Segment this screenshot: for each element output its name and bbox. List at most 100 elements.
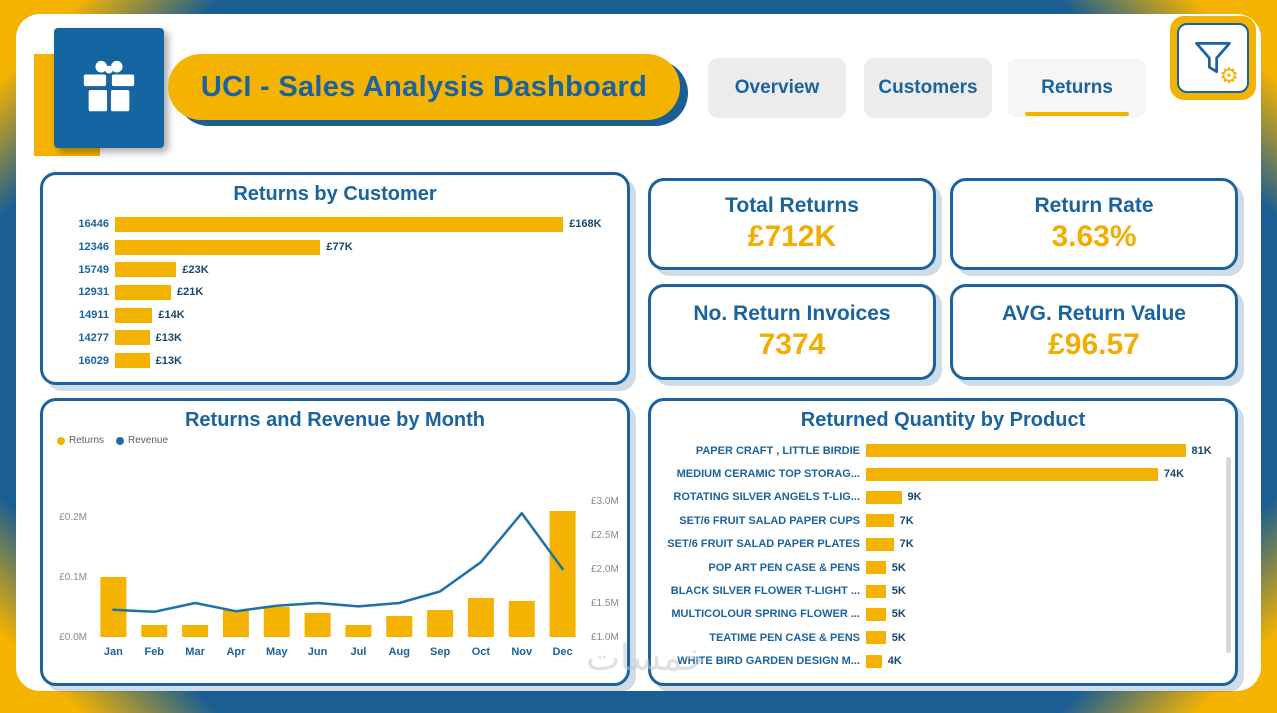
bar-value-label: £168K (569, 218, 602, 231)
bar-value-label: £13K (155, 331, 182, 344)
month-return-bar[interactable] (263, 607, 290, 637)
bar[interactable] (115, 307, 153, 323)
gear-icon: ⚙ (1219, 64, 1239, 89)
bar[interactable] (866, 490, 902, 504)
left-axis-tick: £0.0M (59, 632, 87, 643)
bar-row: MEDIUM CERAMIC TOP STORAG... 74K (665, 467, 1221, 481)
month-return-bar[interactable] (467, 598, 494, 637)
bar[interactable] (115, 284, 172, 300)
month-return-bar[interactable] (549, 511, 576, 637)
bar-category-label: ROTATING SILVER ANGELS T-LIG... (673, 491, 860, 504)
bar[interactable] (866, 607, 886, 621)
bar-value-label: £13K (155, 354, 182, 367)
kpi-title: No. Return Invoices (693, 302, 891, 325)
bar-category-label: 16029 (78, 354, 109, 367)
legend-item-revenue: Revenue (116, 435, 168, 446)
month-return-bar[interactable] (141, 625, 168, 637)
legend-dot (57, 436, 65, 445)
filter-button[interactable]: ⚙ (1170, 16, 1256, 100)
month-return-bar[interactable] (345, 625, 372, 637)
bar-category-label: BLACK SILVER FLOWER T-LIGHT ... (670, 585, 860, 598)
dashboard-frame: UCI - Sales Analysis Dashboard Overview … (0, 0, 1277, 713)
bar[interactable] (866, 537, 894, 551)
month-label: Apr (226, 646, 246, 658)
combo-chart-svg: £0.2M£0.1M£0.0M£3.0M£2.5M£2.0M£1.5M£1.0M… (59, 496, 619, 658)
bar[interactable] (866, 561, 886, 575)
product-chart-scrollbar[interactable] (1226, 457, 1231, 653)
month-label: Aug (389, 646, 410, 658)
bar[interactable] (115, 216, 564, 232)
bar-value-label: 4K (887, 655, 902, 668)
bar[interactable] (115, 353, 150, 369)
kpi-title: Total Returns (725, 194, 859, 217)
bar-category-label: 12931 (78, 286, 109, 299)
bar-row: ROTATING SILVER ANGELS T-LIG... 9K (665, 490, 1221, 504)
bar-value-label: £21K (177, 286, 204, 299)
bar[interactable] (866, 514, 894, 528)
bar-value-label: 5K (891, 608, 906, 621)
month-return-bar[interactable] (508, 601, 535, 637)
bar-value-label: 5K (891, 631, 906, 644)
left-axis-tick: £0.2M (59, 512, 87, 523)
bar-category-label: SET/6 FRUIT SALAD PAPER CUPS (679, 514, 860, 527)
bar[interactable] (866, 631, 886, 645)
month-label: Sep (430, 646, 450, 658)
right-axis-tick: £2.0M (591, 564, 619, 575)
bar[interactable] (115, 262, 177, 278)
bar[interactable] (115, 330, 150, 346)
left-axis-tick: £0.1M (59, 572, 87, 583)
month-label: May (266, 646, 288, 658)
watermark: خمسات (585, 638, 707, 679)
bar-row: MULTICOLOUR SPRING FLOWER ... 5K (665, 607, 1221, 621)
tab-returns[interactable]: Returns (1008, 58, 1146, 118)
right-axis-tick: £3.0M (591, 496, 619, 507)
returns-by-customer-chart: 16446 £168K 12346 £77K 15749 £23K 12931 £21K 149… (57, 213, 613, 372)
month-label: Jun (308, 646, 328, 658)
kpi-title: AVG. Return Value (1002, 302, 1186, 325)
returned-quantity-by-product-title: Returned Quantity by Product (800, 409, 1086, 431)
tab-customers[interactable]: Customers (864, 58, 992, 118)
dashboard-canvas: UCI - Sales Analysis Dashboard Overview … (16, 14, 1261, 691)
month-return-bar[interactable] (304, 613, 331, 637)
month-return-bar[interactable] (386, 616, 413, 637)
legend-label: Returns (69, 435, 105, 446)
legend-dot (116, 436, 125, 445)
tab-overview[interactable]: Overview (708, 58, 846, 118)
returns-by-customer-title: Returns by Customer (233, 183, 437, 205)
kpi-value: 3.63% (1051, 220, 1137, 253)
app-logo (34, 26, 184, 158)
month-label: Oct (472, 646, 491, 658)
bar-category-label: 15749 (78, 263, 109, 276)
bar-value-label: 74K (1163, 468, 1185, 481)
kpi-total-returns: Total Returns £712K (648, 178, 936, 270)
bar-row: 15749 £23K (57, 262, 613, 278)
kpi-value: 7374 (758, 328, 826, 361)
bar-value-label: 9K (907, 491, 922, 504)
bar-value-label: £23K (182, 263, 209, 276)
bar-value-label: 5K (891, 561, 906, 574)
bar-value-label: 7K (899, 514, 914, 527)
right-axis-tick: £1.5M (591, 598, 619, 609)
bar-category-label: PAPER CRAFT , LITTLE BIRDIE (695, 444, 860, 457)
bar[interactable] (866, 584, 886, 598)
bar[interactable] (115, 239, 321, 255)
bar-row: 16446 £168K (57, 216, 613, 232)
bar[interactable] (866, 444, 1186, 458)
bar-category-label: 16446 (78, 218, 109, 231)
bar[interactable] (866, 654, 882, 668)
bar-category-label: MEDIUM CERAMIC TOP STORAG... (676, 468, 860, 481)
month-return-bar[interactable] (100, 577, 127, 637)
returns-by-customer-panel: Returns by Customer 16446 £168K 12346 £77K 1… (40, 172, 630, 385)
bar[interactable] (866, 467, 1158, 481)
month-return-bar[interactable] (427, 610, 454, 637)
page-title: UCI - Sales Analysis Dashboard (168, 54, 680, 120)
month-label: Mar (185, 646, 205, 658)
combo-chart: £0.2M £0.1M £0.0M £3.0M £2.5M £2.0M £1.5M £1.0M… (45, 449, 631, 665)
kpi-value: £96.57 (1048, 328, 1140, 361)
bar-row: 14911 £14K (57, 307, 613, 323)
month-return-bar[interactable] (182, 625, 209, 637)
bar-value-label: £14K (158, 309, 185, 322)
month-return-bar[interactable] (222, 610, 249, 637)
right-axis-tick: £2.5M (591, 530, 619, 541)
combo-chart-legend: Returns Revenue (57, 435, 168, 446)
